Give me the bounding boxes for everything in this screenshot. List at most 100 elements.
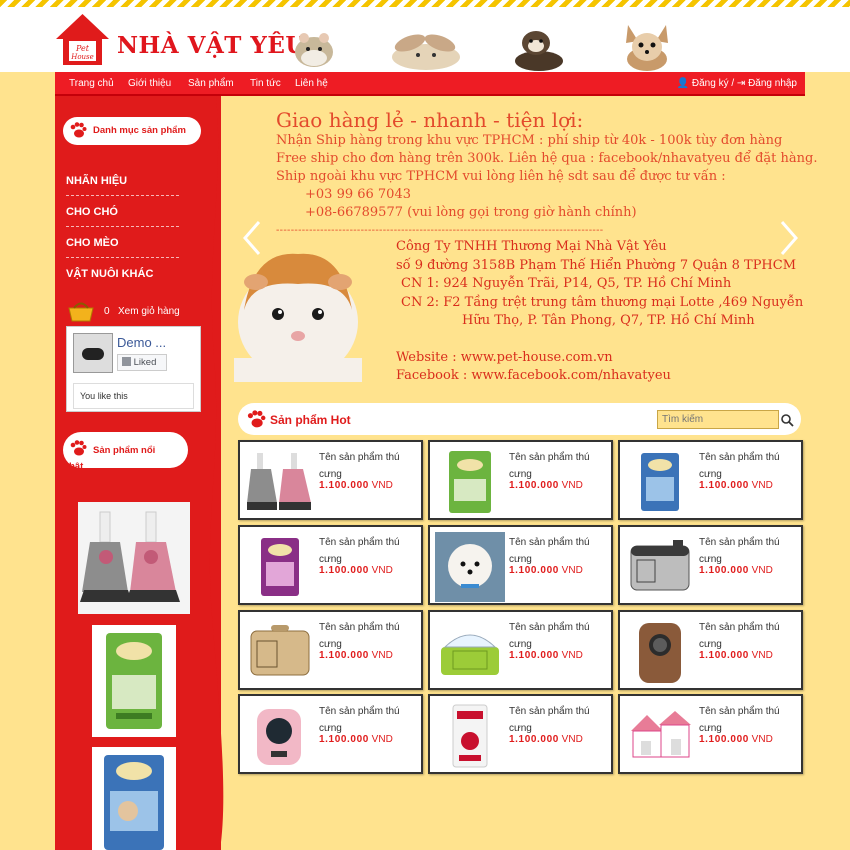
hot-products-title: Sản phẩm Hot	[270, 413, 351, 427]
product-name[interactable]: Tên sản phẩm thú cưng	[319, 619, 421, 653]
blue-food-bag-icon[interactable]	[625, 447, 695, 517]
cart-count: 0	[104, 306, 110, 317]
brand-name[interactable]: NHÀ VẬT YÊU	[117, 32, 306, 59]
product-card[interactable]: Tên sản phẩm thú cưng 1.100.000 VND	[428, 525, 613, 605]
product-price: 1.100.000 VND	[319, 734, 393, 745]
search-icon[interactable]	[780, 413, 794, 427]
featured-product-green-bag[interactable]	[92, 625, 176, 737]
product-price-unit: VND	[371, 650, 393, 661]
product-price: 1.100.000 VND	[699, 734, 773, 745]
basket-icon	[68, 302, 94, 322]
product-name[interactable]: Tên sản phẩm thú cưng	[319, 534, 421, 568]
product-card[interactable]: Tên sản phẩm thú cưng 1.100.000 VND	[428, 694, 613, 774]
notice-line: Ship ngoài khu vực TPHCM vui lòng liên h…	[276, 169, 726, 184]
cart-link[interactable]: 0 Xem giỏ hàng	[65, 299, 205, 323]
product-name[interactable]: Tên sản phẩm thú cưng	[319, 449, 421, 483]
green-carrier-icon[interactable]	[435, 617, 505, 687]
product-price-unit: VND	[561, 565, 583, 576]
product-card[interactable]: Tên sản phẩm thú cưng 1.100.000 VND	[618, 440, 803, 520]
fb-liked-button[interactable]: Liked	[117, 354, 167, 371]
product-price: 1.100.000 VND	[699, 480, 773, 491]
company-website[interactable]: Website : www.pet-house.com.vn	[396, 349, 803, 368]
product-price-unit: VND	[751, 650, 773, 661]
grey-carrier-icon[interactable]	[625, 532, 695, 602]
pink-pet-house-icon[interactable]	[625, 701, 695, 771]
nav-about[interactable]: Giới thiệu	[128, 78, 171, 89]
auth-text[interactable]: Đăng ký / ⇥ Đăng nhập	[692, 78, 797, 89]
featured-product-dresses[interactable]	[78, 502, 190, 614]
product-card[interactable]: Tên sản phẩm thú cưng 1.100.000 VND	[238, 610, 423, 690]
product-price: 1.100.000 VND	[319, 565, 393, 576]
nav-products[interactable]: Sản phẩm	[188, 78, 234, 89]
pet-house-logo-icon[interactable]: Pet House	[55, 13, 110, 66]
featured-title: Sản phẩm nổi bật	[69, 445, 156, 472]
product-price-unit: VND	[371, 734, 393, 745]
product-name[interactable]: Tên sản phẩm thú cưng	[699, 703, 801, 737]
product-card[interactable]: Tên sản phẩm thú cưng 1.100.000 VND	[618, 525, 803, 605]
product-name[interactable]: Tên sản phẩm thú cưng	[509, 619, 611, 653]
sidebar-item-other-pets[interactable]: VẬT NUÔI KHÁC	[66, 259, 179, 289]
nav-news[interactable]: Tin tức	[250, 78, 281, 89]
product-price-value: 1.100.000	[319, 565, 369, 576]
product-price-value: 1.100.000	[509, 734, 559, 745]
dress-icon[interactable]	[245, 447, 315, 517]
product-price-unit: VND	[751, 565, 773, 576]
product-name[interactable]: Tên sản phẩm thú cưng	[509, 703, 611, 737]
sidebar-item-brands[interactable]: NHÃN HIỆU	[66, 166, 179, 196]
white-dog-icon[interactable]	[435, 532, 505, 602]
search-input[interactable]	[657, 410, 779, 429]
product-price-unit: VND	[751, 734, 773, 745]
sidebar-item-cats[interactable]: CHO MÈO	[66, 228, 179, 258]
featured-product-blue-bag[interactable]	[92, 747, 176, 850]
tan-carrier-icon[interactable]	[245, 617, 315, 687]
product-card[interactable]: Tên sản phẩm thú cưng 1.100.000 VND	[238, 525, 423, 605]
user-add-icon: 👤	[676, 78, 690, 89]
nav-home[interactable]: Trang chủ	[69, 78, 114, 89]
product-price-value: 1.100.000	[319, 734, 369, 745]
brown-backpack-icon[interactable]	[625, 617, 695, 687]
nav-contact[interactable]: Liên hệ	[295, 78, 328, 89]
main-nav: Trang chủ Giới thiệu Sản phẩm Tin tức Li…	[55, 72, 805, 96]
product-price: 1.100.000 VND	[509, 650, 583, 661]
product-name[interactable]: Tên sản phẩm thú cưng	[699, 449, 801, 483]
fb-you-like-text: You like this	[80, 391, 128, 401]
product-price: 1.100.000 VND	[699, 650, 773, 661]
product-card[interactable]: Tên sản phẩm thú cưng 1.100.000 VND	[428, 610, 613, 690]
cat-food-bag-icon[interactable]	[435, 701, 505, 771]
ferret-icon	[515, 31, 563, 71]
product-price-value: 1.100.000	[509, 650, 559, 661]
auth-links[interactable]: 👤 Đăng ký / ⇥ Đăng nhập	[677, 78, 797, 89]
fb-page-name[interactable]: Demo ...	[117, 335, 166, 350]
product-price: 1.100.000 VND	[509, 480, 583, 491]
green-food-bag-icon[interactable]	[435, 447, 505, 517]
product-name[interactable]: Tên sản phẩm thú cưng	[509, 449, 611, 483]
purple-food-bag-icon[interactable]	[245, 532, 315, 602]
category-title: Danh mục sản phẩm	[93, 125, 186, 136]
product-name[interactable]: Tên sản phẩm thú cưng	[699, 619, 801, 653]
product-price-value: 1.100.000	[509, 480, 559, 491]
product-name[interactable]: Tên sản phẩm thú cưng	[699, 534, 801, 568]
shipping-notice: Giao hàng lẻ - nhanh - tiện lợi: Nhận Sh…	[276, 108, 817, 240]
fb-avatar	[73, 333, 113, 373]
fb-liked-label: Liked	[133, 357, 157, 368]
top-stripe	[0, 0, 850, 7]
pink-backpack-icon[interactable]	[245, 701, 315, 771]
product-card[interactable]: Tên sản phẩm thú cưng 1.100.000 VND	[428, 440, 613, 520]
product-price-unit: VND	[561, 650, 583, 661]
product-price-unit: VND	[371, 480, 393, 491]
product-card[interactable]: Tên sản phẩm thú cưng 1.100.000 VND	[618, 610, 803, 690]
sidebar-item-dogs[interactable]: CHO CHÓ	[66, 197, 179, 227]
company-facebook[interactable]: Facebook : www.facebook.com/nhavatyeu	[396, 367, 803, 386]
product-card[interactable]: Tên sản phẩm thú cưng 1.100.000 VND	[238, 440, 423, 520]
site-header: Pet House NHÀ VẬT YÊU	[0, 7, 850, 72]
product-name[interactable]: Tên sản phẩm thú cưng	[319, 703, 421, 737]
product-price: 1.100.000 VND	[319, 480, 393, 491]
company-branch-2: CN 2: F2 Tầng trệt trung tâm thương mại …	[401, 294, 804, 310]
notice-phone: +08-66789577 (vui lòng gọi trong giờ hàn…	[305, 205, 637, 220]
product-card[interactable]: Tên sản phẩm thú cưng 1.100.000 VND	[238, 694, 423, 774]
product-card[interactable]: Tên sản phẩm thú cưng 1.100.000 VND	[618, 694, 803, 774]
product-name[interactable]: Tên sản phẩm thú cưng	[509, 534, 611, 568]
notice-line: Free ship cho đơn hàng trên 300k. Liên h…	[276, 151, 818, 166]
cart-label[interactable]: Xem giỏ hàng	[118, 306, 180, 317]
product-price: 1.100.000 VND	[699, 565, 773, 576]
